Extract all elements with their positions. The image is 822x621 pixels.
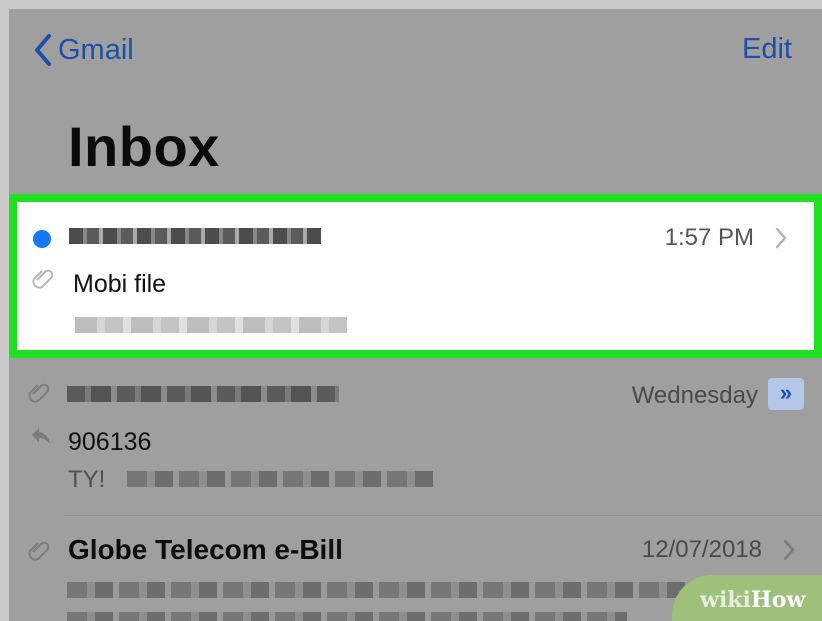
email-time: 1:57 PM: [664, 224, 754, 251]
back-label: Gmail: [58, 33, 134, 66]
email-preview-prefix: TY!: [68, 466, 106, 493]
unread-dot-icon: [33, 230, 51, 248]
preview-redacted: [67, 582, 767, 598]
email-time: 12/07/2018: [641, 536, 762, 563]
email-subject: 906136: [68, 428, 152, 456]
navigation-bar: Gmail Edit: [9, 9, 822, 89]
chevron-right-icon: [775, 227, 787, 249]
email-row[interactable]: 1:57 PM Mobi file: [9, 194, 822, 358]
page-title: Inbox: [68, 115, 220, 178]
chevron-left-icon: [35, 34, 51, 66]
watermark-prefix: wiki: [700, 587, 751, 613]
preview-redacted: [75, 317, 347, 333]
preview-redacted: [67, 612, 627, 621]
watermark-suffix: How: [750, 587, 806, 613]
edit-button[interactable]: Edit: [742, 33, 792, 66]
reply-icon: [32, 428, 50, 444]
email-time: Wednesday: [631, 382, 758, 409]
sender-redacted: [69, 228, 321, 244]
paperclip-icon: [28, 541, 50, 561]
sender-redacted: [67, 386, 339, 402]
paperclip-icon: [32, 269, 54, 289]
email-subject: Mobi file: [73, 270, 167, 298]
chevron-right-icon: [783, 539, 795, 561]
email-row[interactable]: Wednesday » 906136 TY!: [9, 358, 822, 516]
double-chevron-icon[interactable]: »: [768, 378, 804, 410]
paperclip-icon: [28, 383, 50, 403]
back-button[interactable]: Gmail: [33, 33, 134, 67]
watermark-logo: wikiHow: [672, 575, 822, 621]
mail-screen: Gmail Edit Inbox 1:57 PM Mobi file Wedne…: [9, 9, 822, 621]
preview-redacted: [127, 471, 433, 487]
email-subject: Globe Telecom e-Bill: [68, 534, 343, 565]
